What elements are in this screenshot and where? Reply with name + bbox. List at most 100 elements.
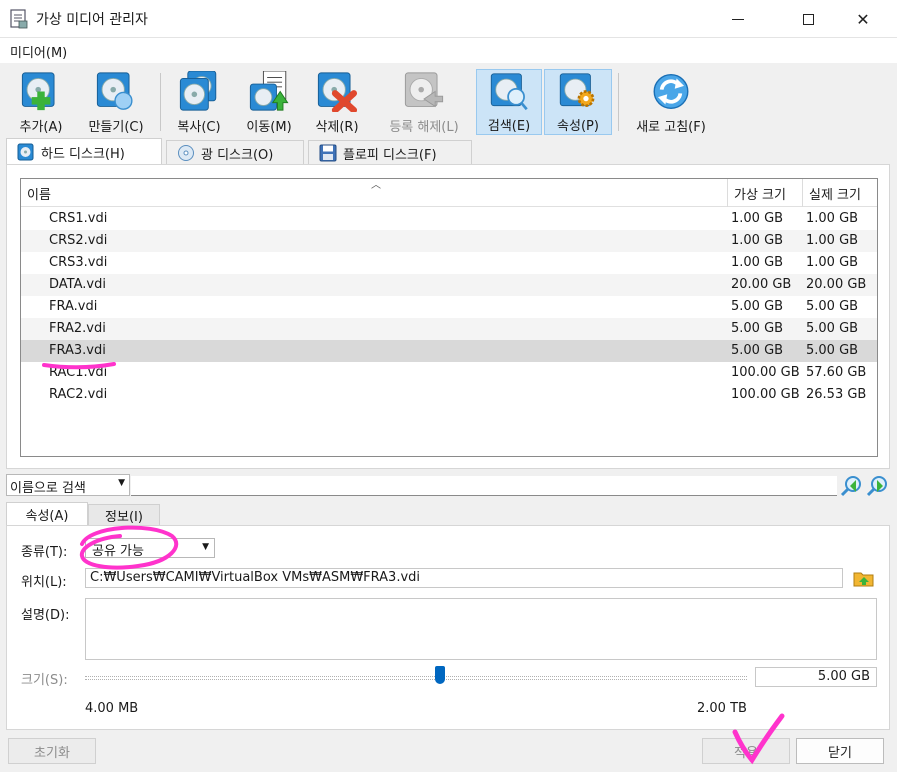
location-field[interactable]: C:₩Users₩CAMI₩VirtualBox VMs₩ASM₩FRA3.vd… xyxy=(85,568,843,588)
row-actual-size: 1.00 GB xyxy=(806,211,859,226)
optical-disk-icon xyxy=(178,145,194,161)
row-virtual-size: 5.00 GB xyxy=(731,299,784,314)
table-header: ︿ 이름 가상 크기 실제 크기 xyxy=(21,179,877,207)
window-title: 가상 미디어 관리자 xyxy=(36,12,148,28)
table-row[interactable]: FRA.vdi 5.00 GB 5.00 GB xyxy=(21,296,877,318)
row-actual-size: 1.00 GB xyxy=(806,233,859,248)
search-input[interactable] xyxy=(131,476,837,496)
tab-floppy-disk[interactable]: 플로피 디스크(F) xyxy=(308,140,472,165)
move-disk-icon xyxy=(249,71,289,111)
close-label: 닫기 xyxy=(828,745,852,761)
toolbar-separator xyxy=(160,73,161,131)
tab-optical-disk[interactable]: 광 디스크(O) xyxy=(166,140,304,165)
tab-information[interactable]: 정보(I) xyxy=(88,504,160,526)
release-disk-icon xyxy=(404,72,444,108)
release-button[interactable]: 등록 해제(L) xyxy=(378,69,470,135)
search-toggle-button[interactable]: 검색(E) xyxy=(476,69,542,135)
dropdown-arrow-icon: ▼ xyxy=(202,542,209,552)
table-row[interactable]: CRS1.vdi 1.00 GB 1.00 GB xyxy=(21,208,877,230)
close-window-button[interactable]: ✕ xyxy=(840,0,886,38)
location-label: 위치(L): xyxy=(21,575,67,590)
row-name: FRA3.vdi xyxy=(49,343,106,358)
media-table: ︿ 이름 가상 크기 실제 크기 CRS1.vdi 1.00 GB 1.00 G… xyxy=(20,178,878,457)
size-value: 5.00 GB xyxy=(817,669,870,684)
row-actual-size: 5.00 GB xyxy=(806,343,859,358)
remove-button[interactable]: 삭제(R) xyxy=(306,69,368,135)
table-row[interactable]: RAC1.vdi 100.00 GB 57.60 GB xyxy=(21,362,877,384)
column-header-virtual-size[interactable]: 가상 크기 xyxy=(727,179,802,207)
row-virtual-size: 1.00 GB xyxy=(731,233,784,248)
remove-disk-icon xyxy=(317,72,358,112)
add-button[interactable]: 추가(A) xyxy=(10,69,72,135)
size-slider-handle[interactable] xyxy=(435,666,445,684)
create-button[interactable]: 만들기(C) xyxy=(80,69,152,135)
row-actual-size: 20.00 GB xyxy=(806,277,867,292)
table-row[interactable]: RAC2.vdi 100.00 GB 26.53 GB xyxy=(21,384,877,406)
row-name: RAC2.vdi xyxy=(49,387,108,402)
type-label: 종류(T): xyxy=(21,545,68,560)
row-name: FRA.vdi xyxy=(49,299,98,314)
description-field[interactable] xyxy=(85,598,877,660)
row-virtual-size: 5.00 GB xyxy=(731,321,784,336)
floppy-disk-icon xyxy=(319,144,337,162)
apply-button[interactable]: 적용 xyxy=(702,738,790,764)
add-label: 추가(A) xyxy=(19,120,63,135)
search-mode-value: 이름으로 검색 xyxy=(10,481,86,496)
copy-disk-icon xyxy=(179,71,217,111)
properties-disk-icon xyxy=(559,73,595,108)
move-button[interactable]: 이동(M) xyxy=(238,69,300,135)
tab-hard-disk-label: 하드 디스크(H) xyxy=(41,146,125,162)
search-mode-select[interactable]: 이름으로 검색 ▼ xyxy=(6,474,130,496)
folder-browse-icon[interactable] xyxy=(853,568,875,588)
table-row[interactable]: FRA2.vdi 5.00 GB 5.00 GB xyxy=(21,318,877,340)
tab-attributes-label: 속성(A) xyxy=(25,509,69,524)
column-header-actual-size[interactable]: 실제 크기 xyxy=(802,179,877,207)
table-row-selected[interactable]: FRA3.vdi 5.00 GB 5.00 GB xyxy=(21,340,877,362)
maximize-button[interactable] xyxy=(785,0,831,38)
search-label: 검색(E) xyxy=(487,119,531,134)
refresh-icon xyxy=(653,74,689,109)
menu-media[interactable]: 미디어(M) xyxy=(10,42,67,61)
minimize-button[interactable] xyxy=(715,0,761,38)
maximize-icon xyxy=(802,13,814,25)
minimize-icon xyxy=(732,18,744,20)
size-field[interactable]: 5.00 GB xyxy=(755,667,877,687)
close-icon: ✕ xyxy=(856,9,870,29)
properties-label: 속성(P) xyxy=(557,119,599,134)
move-label: 이동(M) xyxy=(246,120,292,135)
row-virtual-size: 100.00 GB xyxy=(731,387,800,402)
type-select[interactable]: 공유 가능 ▼ xyxy=(85,538,215,559)
refresh-button[interactable]: 새로 고침(F) xyxy=(626,69,716,135)
row-virtual-size: 1.00 GB xyxy=(731,255,784,270)
create-disk-icon xyxy=(96,72,133,110)
tab-information-label: 정보(I) xyxy=(105,510,143,525)
table-row[interactable]: CRS3.vdi 1.00 GB 1.00 GB xyxy=(21,252,877,274)
search-previous-icon[interactable] xyxy=(840,474,864,498)
row-name: CRS3.vdi xyxy=(49,255,108,270)
close-button[interactable]: 닫기 xyxy=(796,738,884,764)
table-row[interactable]: DATA.vdi 20.00 GB 20.00 GB xyxy=(21,274,877,296)
column-virtual-size-label: 가상 크기 xyxy=(734,187,786,203)
reset-button[interactable]: 초기화 xyxy=(8,738,96,764)
row-actual-size: 26.53 GB xyxy=(806,387,867,402)
copy-label: 복사(C) xyxy=(177,120,221,135)
size-max-label: 2.00 TB xyxy=(697,701,747,716)
copy-button[interactable]: 복사(C) xyxy=(168,69,230,135)
tab-floppy-disk-label: 플로피 디스크(F) xyxy=(343,147,437,163)
refresh-label: 새로 고침(F) xyxy=(636,120,706,135)
column-actual-size-label: 실제 크기 xyxy=(809,187,861,203)
row-name: CRS2.vdi xyxy=(49,233,108,248)
release-label: 등록 해제(L) xyxy=(389,120,459,135)
tab-optical-disk-label: 광 디스크(O) xyxy=(201,147,274,163)
tab-attributes[interactable]: 속성(A) xyxy=(6,502,88,526)
search-next-icon[interactable] xyxy=(866,474,890,498)
toolbar-separator xyxy=(618,73,619,131)
table-row[interactable]: CRS2.vdi 1.00 GB 1.00 GB xyxy=(21,230,877,252)
properties-button[interactable]: 속성(P) xyxy=(544,69,612,135)
row-virtual-size: 100.00 GB xyxy=(731,365,800,380)
size-slider-track[interactable] xyxy=(85,676,747,680)
toolbar: 추가(A) 만들기(C) 복사(C) 이동(M) 삭제(R) 등록 해제(L) … xyxy=(0,63,897,137)
tab-hard-disk[interactable]: 하드 디스크(H) xyxy=(6,138,162,165)
column-header-name[interactable]: 이름 xyxy=(21,179,727,207)
menu-bar: 미디어(M) xyxy=(0,38,897,63)
